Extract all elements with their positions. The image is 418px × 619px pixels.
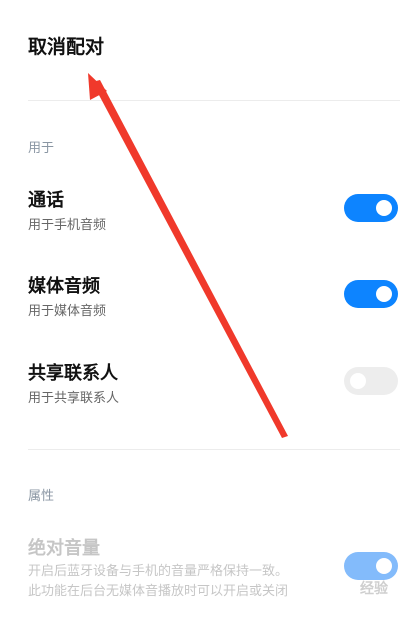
arrow-shaft	[92, 80, 288, 438]
absolute-volume-description: 开启后蓝牙设备与手机的音量严格保持一致。 此功能在后台无媒体音播放时可以开启或关…	[28, 562, 358, 602]
absolute-volume-title: 绝对音量	[28, 538, 100, 559]
call-audio-title: 通话	[28, 190, 64, 211]
media-audio-toggle[interactable]	[344, 280, 398, 308]
toggle-knob	[350, 373, 366, 389]
call-audio-toggle[interactable]	[344, 194, 398, 222]
divider	[28, 449, 400, 450]
share-contacts-toggle[interactable]	[344, 367, 398, 395]
unpair-button[interactable]: 取消配对	[28, 32, 104, 59]
toggle-knob	[376, 286, 392, 302]
share-contacts-subtitle: 用于共享联系人	[28, 391, 120, 406]
arrow-head	[88, 73, 107, 100]
section-label-attributes: 属性	[28, 489, 55, 504]
media-audio-subtitle: 用于媒体音频	[28, 304, 107, 319]
toggle-knob	[376, 200, 392, 216]
section-label-usage: 用于	[28, 141, 55, 156]
media-audio-title: 媒体音频	[28, 276, 100, 297]
absolute-volume-desc-line1: 开启后蓝牙设备与手机的音量严格保持一致。	[28, 564, 289, 579]
absolute-volume-toggle[interactable]	[344, 552, 398, 580]
divider	[28, 100, 400, 101]
call-audio-subtitle: 用于手机音频	[28, 218, 107, 233]
absolute-volume-desc-line2: 此功能在后台无媒体音播放时可以开启或关闭	[28, 584, 289, 599]
toggle-knob	[376, 558, 392, 574]
share-contacts-title: 共享联系人	[28, 363, 118, 384]
watermark: 经验	[360, 581, 388, 597]
